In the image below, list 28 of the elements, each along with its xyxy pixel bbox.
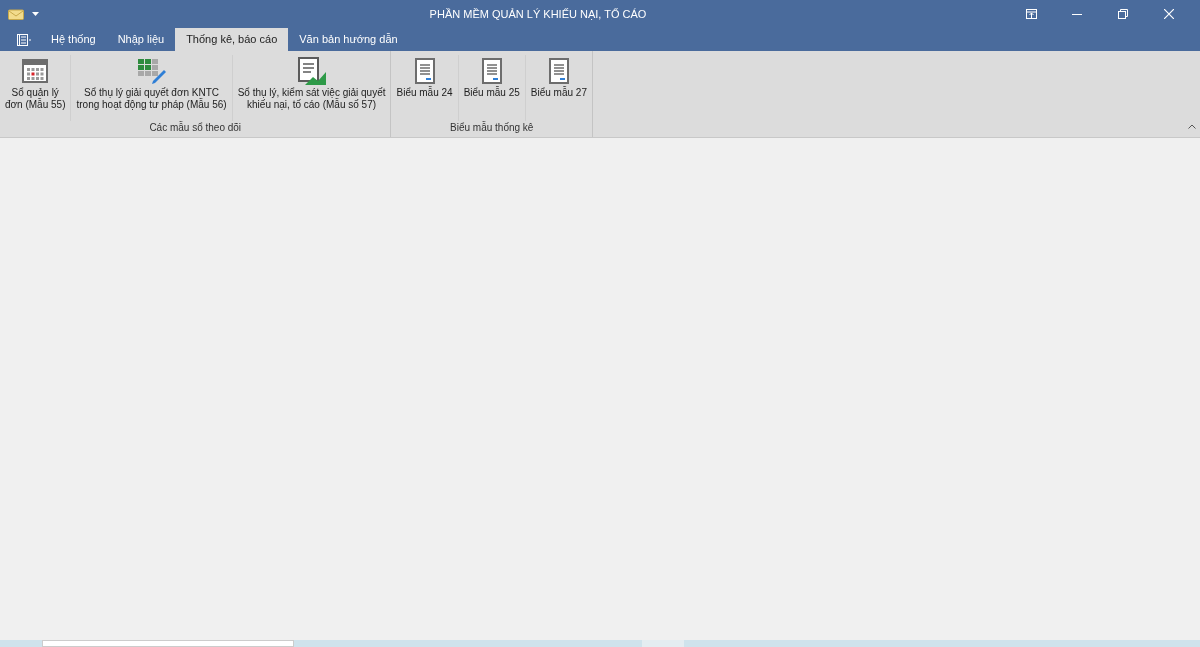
grid-edit-icon [136, 58, 167, 84]
ribbon-tab[interactable]: Thống kê, báo cáo [175, 28, 289, 51]
restore-icon [1118, 9, 1128, 19]
ribbon-button[interactable]: Sổ quản lý đơn (Mẫu 55) [0, 55, 72, 121]
window-title: PHẦN MỀM QUẢN LÝ KHIẾU NẠI, TỐ CÁO [428, 6, 648, 22]
ribbon-button[interactable]: Sổ thụ lý, kiểm sát việc giải quyết khiếu nại, tố cáo (Mẫu số 57) [232, 55, 391, 121]
ribbon-button[interactable]: Biểu mẫu 25 [458, 55, 526, 121]
ribbon-button[interactable]: Sổ thụ lý giải quyết đơn KNTC trong hoạt động tư pháp (Mẫu 56) [71, 55, 233, 121]
file-menu-icon [17, 33, 31, 46]
ribbon-group-label: Các mẫu sổ theo dõi [148, 121, 243, 135]
ribbon-display-icon [1025, 9, 1037, 19]
document-chart-icon [296, 57, 327, 85]
taskbar-search-field[interactable] [42, 640, 294, 647]
ribbon-tab[interactable]: Văn bản hướng dẫn [288, 28, 409, 51]
ribbon-button[interactable]: Biểu mẫu 27 [525, 55, 592, 121]
dropdown-caret-icon[interactable] [32, 12, 39, 16]
document-icon [548, 58, 569, 84]
ribbon-tab[interactable]: Hệ thống [40, 28, 107, 51]
ribbon-button[interactable]: Biểu mẫu 24 [391, 55, 459, 121]
document-icon [414, 58, 435, 84]
document-icon [481, 58, 502, 84]
minimize-icon [1072, 13, 1082, 15]
ribbon-group-label: Biểu mẫu thống kê [449, 121, 535, 135]
close-icon [1164, 9, 1174, 19]
calendar-icon [22, 59, 49, 83]
ribbon-tab[interactable]: Nhập liệu [106, 28, 176, 51]
collapse-ribbon-icon[interactable] [1188, 124, 1196, 129]
envelope-icon[interactable] [8, 8, 24, 20]
